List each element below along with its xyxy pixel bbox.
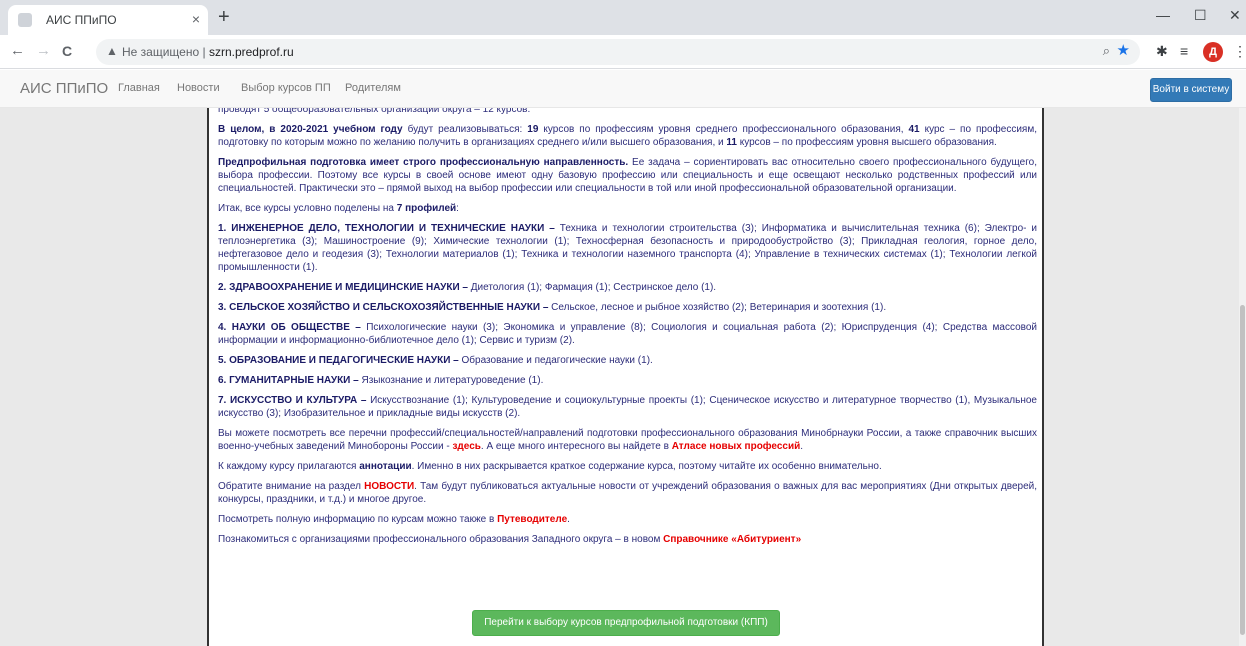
atlas-link[interactable]: Атласе новых профессий (672, 441, 801, 452)
maximize-icon[interactable]: ☐ (1194, 5, 1207, 25)
profile-arts: 7. ИСКУССТВО И КУЛЬТУРА – Искусствознани… (218, 395, 1037, 419)
nav-link-courses[interactable]: Выбор курсов ПП (241, 82, 331, 94)
forward-icon[interactable]: → (36, 41, 51, 61)
warning-icon[interactable]: ▲ (106, 44, 118, 58)
profiles-intro: Итак, все курсы условно поделены на 7 пр… (218, 203, 459, 214)
choose-courses-button[interactable]: Перейти к выбору курсов предпрофильной п… (472, 610, 780, 636)
minimize-icon[interactable]: — (1156, 5, 1170, 25)
browser-tab[interactable]: АИС ППиПО × (8, 5, 208, 35)
browser-toolbar: ← → C ▲ Не защищено | szrn.predprof.ru ⌕… (0, 35, 1246, 69)
url-text: szrn.predprof.ru (208, 45, 294, 59)
media-control-icon[interactable]: ≡ (1180, 42, 1188, 60)
annotations-paragraph: К каждому курсу прилагаются аннотации. И… (218, 461, 882, 472)
browser-tabbar: АИС ППиПО × + — ☐ ✕ (0, 0, 1246, 35)
address-bar[interactable]: ▲ Не защищено | szrn.predprof.ru ⌕ ★ (96, 39, 1140, 65)
site-navbar: АИС ППиПО Главная Новости Выбор курсов П… (0, 70, 1246, 108)
nav-link-home[interactable]: Главная (118, 82, 160, 94)
here-link[interactable]: здесь (452, 441, 480, 452)
bookmark-star-icon[interactable]: ★ (1117, 41, 1130, 59)
news-paragraph: Обратите внимание на раздел НОВОСТИ. Там… (218, 481, 1038, 505)
tab-close-icon[interactable]: × (192, 10, 200, 28)
year-summary-paragraph: В целом, в 2020-2021 учебном году будут … (218, 124, 1037, 148)
tab-title: АИС ППиПО (46, 13, 117, 27)
login-button[interactable]: Войти в систему (1150, 78, 1232, 102)
profile-society: 4. НАУКИ ОБ ОБЩЕСТВЕ – Психологические н… (218, 322, 1037, 346)
nav-link-news[interactable]: Новости (177, 82, 220, 94)
guide-link[interactable]: Путеводителе (497, 514, 567, 525)
scrollbar-thumb[interactable] (1240, 305, 1245, 635)
back-icon[interactable]: ← (10, 41, 25, 61)
handbook-link[interactable]: Справочнике «Абитуриент» (663, 534, 801, 545)
favicon-icon (18, 13, 32, 27)
handbook-paragraph: Познакомиться с организациями профессион… (218, 534, 802, 545)
profile-engineering: 1. ИНЖЕНЕРНОЕ ДЕЛО, ТЕХНОЛОГИИ И ТЕХНИЧЕ… (218, 223, 1037, 273)
profile-humanities: 6. ГУМАНИТАРНЫЕ НАУКИ – Языкознание и ли… (218, 375, 544, 386)
zoom-icon[interactable]: ⌕ (1103, 43, 1110, 59)
orientation-paragraph: Предпрофильная подготовка имеет строго п… (218, 157, 1037, 194)
news-link[interactable]: НОВОСТИ (364, 481, 414, 492)
extensions-icon[interactable]: ✱ (1156, 42, 1168, 60)
new-tab-icon[interactable]: + (218, 5, 230, 29)
lists-paragraph: Вы можете посмотреть все перечни професс… (218, 428, 1037, 452)
site-brand[interactable]: АИС ППиПО (20, 80, 108, 97)
profile-agriculture: 3. СЕЛЬСКОЕ ХОЗЯЙСТВО И СЕЛЬСКОХОЗЯЙСТВЕ… (218, 302, 887, 313)
address-text: Не защищено | szrn.predprof.ru (122, 45, 294, 59)
security-label: Не защищено (122, 45, 200, 59)
address-separator: | (202, 45, 206, 59)
profile-avatar[interactable]: Д (1203, 42, 1223, 62)
article-text: проводят 5 общеобразовательных организац… (218, 108, 1037, 553)
nav-link-parents[interactable]: Родителям (345, 82, 401, 94)
intro-cut-paragraph: проводят 5 общеобразовательных организац… (218, 108, 531, 115)
close-window-icon[interactable]: ✕ (1229, 5, 1241, 25)
content-panel: проводят 5 общеобразовательных организац… (207, 108, 1044, 646)
guide-paragraph: Посмотреть полную информацию по курсам м… (218, 514, 570, 525)
menu-icon[interactable]: ⋮ (1233, 42, 1246, 60)
profile-health: 2. ЗДРАВООХРАНЕНИЕ И МЕДИЦИНСКИЕ НАУКИ –… (218, 282, 717, 293)
reload-icon[interactable]: C (62, 41, 72, 61)
profile-education: 5. ОБРАЗОВАНИЕ И ПЕДАГОГИЧЕСКИЕ НАУКИ – … (218, 355, 653, 366)
